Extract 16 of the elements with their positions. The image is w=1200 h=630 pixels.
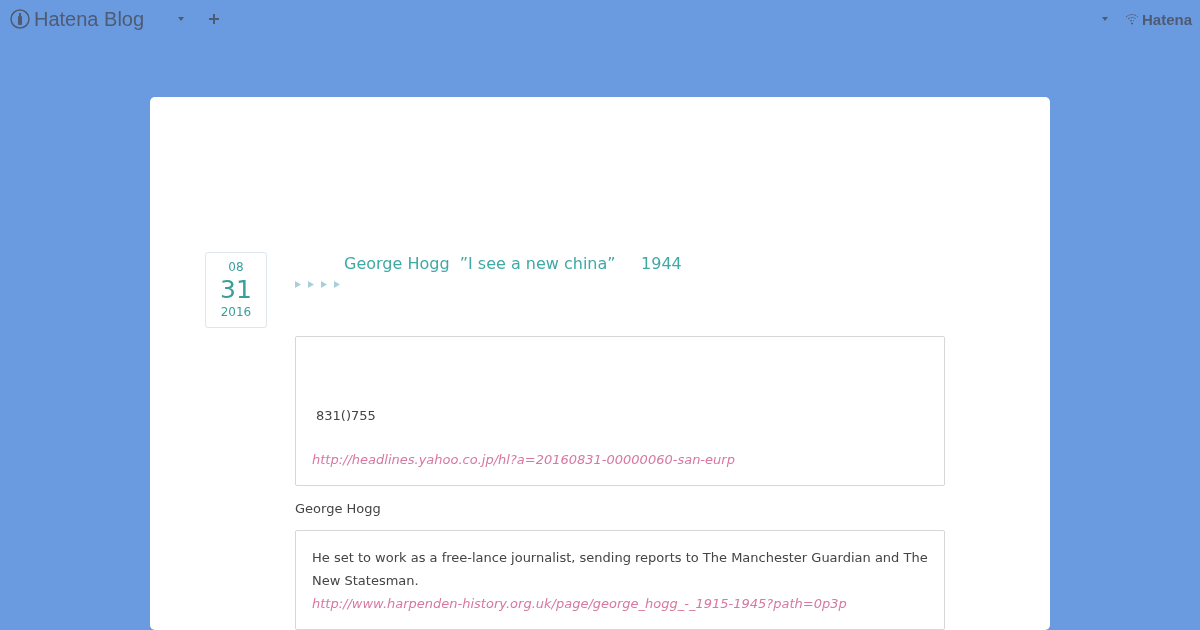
- wifi-icon: [1124, 13, 1139, 25]
- quote-text: 831()755: [315, 407, 377, 425]
- logo-text[interactable]: Hatena Blog: [34, 7, 145, 31]
- quote-text: He set to work as a free-lance journalist, sending reports to The Manchester Guardian and The New Statesman.: [312, 549, 928, 590]
- entry-title[interactable]: George Hogg ”I see a new china” 1944: [344, 252, 945, 274]
- paragraph: George Hogg: [295, 501, 382, 516]
- source-link[interactable]: http://www.harpenden-history.org.uk/page/george_hogg_-_1915-1945?path=0p3p: [312, 592, 928, 615]
- date-year: 2016: [220, 305, 252, 320]
- date-month: 08: [228, 260, 244, 275]
- caret-icon[interactable]: [1101, 17, 1108, 21]
- source-link[interactable]: http://headlines.yahoo.co.jp/hl?a=20160831-00000060-san-eurp: [312, 448, 928, 471]
- caret-icon[interactable]: [178, 17, 185, 21]
- brand-text[interactable]: Hatena: [1141, 10, 1192, 28]
- date-day: 31: [220, 275, 252, 305]
- logo-icon: [10, 9, 30, 29]
- plus-icon[interactable]: [209, 14, 220, 24]
